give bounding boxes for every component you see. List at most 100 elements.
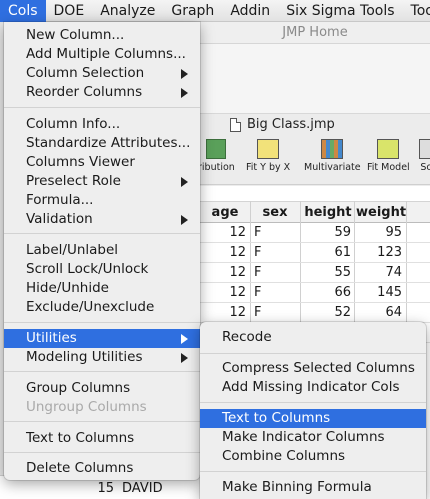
submenu-item-compress-selected-columns[interactable]: Compress Selected Columns [200,359,426,378]
table-row[interactable]: 12 F 59 95 [200,223,430,243]
menu-item-column-info[interactable]: Column Info... [4,115,200,134]
column-header-row: age sex height weight [200,201,430,223]
submenu-arrow-icon [181,215,188,225]
menu-cols[interactable]: Cols [0,0,46,22]
document-icon [230,117,241,132]
menu-six-sigma-tools[interactable]: Six Sigma Tools [278,0,402,22]
table-row[interactable]: 12 F 61 123 [200,243,430,263]
multivariate-icon [321,139,344,159]
menu-item-label: Modeling Utilities [26,349,143,365]
fit-y-by-x-icon [257,139,280,159]
menu-addin[interactable]: Addin [222,0,278,22]
document-title-text: Big Class.jmp [247,117,335,132]
cell-height[interactable]: 66 [304,283,351,303]
multivariate-label: Multivariate [304,162,361,173]
submenu-arrow-icon [181,88,188,98]
screening-button[interactable]: Sc [419,139,430,173]
cell-weight[interactable]: 64 [358,303,402,323]
menu-separator [200,402,426,403]
submenu-item-make-indicator-columns[interactable]: Make Indicator Columns [200,428,426,447]
cell-weight[interactable]: 123 [358,243,402,263]
menu-item-modeling-utilities[interactable]: Modeling Utilities [4,348,200,367]
menu-item-reorder-columns[interactable]: Reorder Columns [4,83,200,102]
column-header-sex[interactable]: sex [252,202,298,224]
menu-item-preselect-role[interactable]: Preselect Role [4,172,200,191]
menu-item-ungroup-columns: Ungroup Columns [26,399,147,415]
fit-model-icon [377,139,400,159]
submenu-item-make-binning-formula[interactable]: Make Binning Formula [200,478,426,497]
cell-height[interactable]: 52 [304,303,351,323]
cell-height[interactable]: 59 [304,223,351,243]
cell-age[interactable]: 12 [200,303,246,323]
cell-sex[interactable]: F [254,283,298,303]
submenu-arrow-icon [181,69,188,79]
distribution-label: ribution [198,162,235,173]
cell-height[interactable]: 55 [304,263,351,283]
column-header-height[interactable]: height [300,202,356,224]
menu-item-standardize-attributes[interactable]: Standardize Attributes... [4,134,200,153]
column-header-age[interactable]: age [202,202,248,224]
home-window-body [200,44,430,114]
cell-sex[interactable]: F [254,223,298,243]
menu-item-delete-columns[interactable]: Delete Columns [4,459,200,478]
cell-age[interactable]: 12 [200,243,246,263]
cell-sex[interactable]: F [254,243,298,263]
cell-sex[interactable]: F [254,263,298,283]
menu-item-group-columns[interactable]: Group Columns [4,379,200,398]
menu-item-label-unlabel[interactable]: Label/Unlabel [4,241,200,260]
menu-item-text-to-columns[interactable]: Text to Columns [4,429,200,448]
submenu-item-recode[interactable]: Recode [200,328,426,347]
table-row[interactable]: 12 F 55 74 [200,263,430,283]
menu-item-validation[interactable]: Validation [4,210,200,229]
cell-sex[interactable]: F [254,303,298,323]
fit-model-button[interactable]: Fit Model [367,139,410,173]
fit-model-label: Fit Model [367,162,410,173]
table-row[interactable]: 12 F 52 64 [200,303,430,323]
cell-name[interactable]: DAVID [122,481,163,496]
row-number[interactable]: 15 [82,481,114,496]
cell-age[interactable]: 12 [200,283,246,303]
menu-item-new-column[interactable]: New Column... [4,26,200,45]
menu-item-add-multiple-columns[interactable]: Add Multiple Columns... [4,45,200,64]
distribution-button[interactable]: ribution [198,139,235,173]
cell-age[interactable]: 12 [200,223,246,243]
menu-separator [4,107,200,108]
menu-separator [4,322,200,323]
menu-graph[interactable]: Graph [163,0,222,22]
menu-doe[interactable]: DOE [46,0,93,22]
cell-height[interactable]: 61 [304,243,351,263]
menu-item-label: Utilities [26,330,77,346]
menu-separator [200,471,426,472]
table-row[interactable]: 12 F 66 145 [200,283,430,303]
cell-weight[interactable]: 145 [358,283,402,303]
fit-y-by-x-button[interactable]: Fit Y by X [246,139,290,173]
menu-separator [4,452,200,453]
analysis-toolbar: ribution Fit Y by X Multivariate Fit Mod… [198,135,430,185]
submenu-arrow-icon [181,353,188,363]
menu-item-label: Validation [26,211,93,227]
menu-item-formula[interactable]: Formula... [4,191,200,210]
menu-item-utilities[interactable]: Utilities [4,329,200,348]
cell-weight[interactable]: 74 [358,263,402,283]
menu-item-scroll-lock-unlock[interactable]: Scroll Lock/Unlock [4,260,200,279]
menu-item-column-selection[interactable]: Column Selection [4,64,200,83]
submenu-item-text-to-columns[interactable]: Text to Columns [200,409,426,428]
app-window-title: JMP Home [200,22,430,44]
submenu-arrow-icon [181,334,188,344]
menu-analyze[interactable]: Analyze [92,0,163,22]
submenu-item-combine-columns[interactable]: Combine Columns [200,447,426,466]
menu-separator [4,233,200,234]
menu-separator [200,353,426,354]
cell-age[interactable]: 12 [200,263,246,283]
submenu-item-add-missing-indicator-cols[interactable]: Add Missing Indicator Cols [200,378,426,397]
menu-item-hide-unhide[interactable]: Hide/Unhide [4,279,200,298]
cols-menu: New Column... Add Multiple Columns... Co… [4,22,200,480]
multivariate-button[interactable]: Multivariate [304,139,361,173]
menu-tools[interactable]: Too [403,0,430,22]
menu-item-exclude-unexclude[interactable]: Exclude/Unexclude [4,298,200,317]
column-header-weight[interactable]: weight [356,202,406,224]
fit-y-by-x-label: Fit Y by X [246,162,291,173]
cell-weight[interactable]: 95 [358,223,402,243]
menu-separator [4,421,200,422]
menu-item-columns-viewer[interactable]: Columns Viewer [4,153,200,172]
